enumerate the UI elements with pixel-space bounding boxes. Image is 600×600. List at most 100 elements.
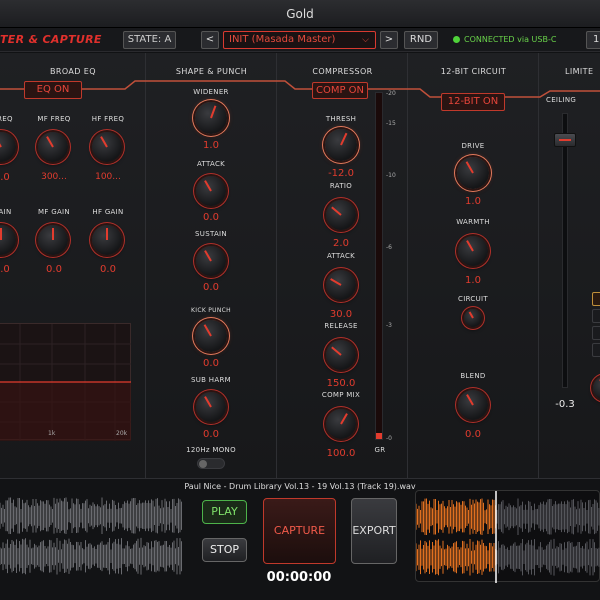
sustain-knob[interactable] [196,246,226,276]
kick-punch-label: KICK PUNCH [191,307,231,314]
broad-eq-title: BROAD EQ [50,67,96,76]
thresh-value: -12.0 [328,168,354,179]
mf-freq-value: 300... [41,172,67,182]
mf-freq-knob[interactable] [38,132,68,162]
sp-attack-value: 0.0 [203,212,219,223]
bit-on-toggle[interactable]: 12-BIT ON [441,93,505,111]
comp-attack-knob[interactable] [326,270,356,300]
next-preset-button[interactable]: > [380,31,398,49]
warmth-label: WARMTH [456,218,490,226]
bit-circuit-title: 12-BIT CIRCUIT [440,67,507,76]
meter-tick: -15 [386,120,396,127]
brand-logo: TER & CAPTURE [0,33,102,46]
blend-label: BLEND [460,372,486,380]
random-button[interactable]: RND [404,31,438,49]
hf-freq-knob[interactable] [92,132,122,162]
widener-label: WIDENER [193,88,229,96]
blend-value: 0.0 [465,429,481,440]
output-waveform-svg [415,491,600,583]
hf-gain-knob[interactable] [92,225,122,255]
limiter-option-1[interactable] [592,292,600,306]
hf-gain-value: 0.0 [100,264,116,275]
meter-tick: -3 [386,322,392,329]
drive-value: 1.0 [465,196,481,207]
graph-label-20k: 20k [116,430,128,437]
sub-harm-knob[interactable] [196,392,226,422]
time-display: 00:00:00 [266,570,332,585]
mf-gain-value: 0.0 [46,264,62,275]
circuit-selector[interactable] [464,309,482,327]
sustain-value: 0.0 [203,282,219,293]
comp-attack-value: 30.0 [329,309,353,320]
mf-freq-label: MF FREQ [37,115,71,123]
warmth-knob[interactable] [458,236,488,266]
ratio-knob[interactable] [326,200,356,230]
thresh-knob[interactable] [325,129,357,161]
widener-knob[interactable] [195,102,227,134]
prev-preset-button[interactable]: < [201,31,219,49]
release-value: 150.0 [326,378,356,389]
ratio-label: RATIO [329,182,353,190]
sp-attack-label: ATTACK [196,160,226,168]
ceiling-value: -0.3 [555,399,575,410]
release-knob[interactable] [326,340,356,370]
preset-dropdown[interactable]: INIT (Masada Master) ⌵ [223,31,376,49]
thresh-label: THRESH [325,115,357,123]
chevron-down-icon: ⌵ [362,35,369,45]
preset-name: INIT (Masada Master) [229,34,336,45]
eq-on-toggle[interactable]: EQ ON [24,81,82,99]
state-button[interactable]: STATE: A [123,31,176,49]
release-label: RELEASE [324,322,358,330]
comp-mix-knob[interactable] [326,409,356,439]
blend-knob[interactable] [458,390,488,420]
ceiling-label: CEILING [546,96,577,104]
comp-mix-label: COMP MIX [321,391,361,399]
comp-attack-label: ATTACK [326,252,356,260]
mono-label: 120Hz MONO [186,446,236,454]
play-button[interactable]: PLAY [202,500,247,524]
limiter-option-3[interactable] [592,326,600,340]
lf-gain-value: .0 [0,264,10,275]
output-waveform[interactable] [415,490,600,583]
kick-punch-knob[interactable] [195,320,227,352]
graph-label-1k: 1k [48,430,56,437]
export-button[interactable]: EXPORT [351,498,397,564]
capture-button[interactable]: CAPTURE [263,498,336,564]
limiter-option-2[interactable] [592,309,600,323]
input-waveform-svg [0,497,182,575]
sub-harm-label: SUB HARM [191,376,231,384]
mf-gain-knob[interactable] [38,225,68,255]
edge-button[interactable]: 10 [586,31,600,49]
mono-toggle-thumb [199,460,207,468]
mono-toggle[interactable] [197,458,225,469]
hf-gain-label: HF GAIN [92,208,124,216]
connection-status: CONNECTED via USB-C [453,35,556,44]
widener-value: 1.0 [203,140,219,151]
eq-curve-graph[interactable]: 1k 20k [0,323,131,441]
ceiling-slider-track[interactable] [562,113,568,388]
ceiling-slider-thumb[interactable] [554,133,576,147]
limiter-option-4[interactable] [592,343,600,357]
hf-freq-label: HF FREQ [91,115,125,123]
eq-curve-svg [0,324,131,441]
circuit-label: CIRCUIT [458,295,488,303]
input-waveform[interactable] [0,490,183,582]
meter-tick: -6 [386,244,392,251]
stop-button[interactable]: STOP [202,538,247,562]
ratio-value: 2.0 [333,238,349,249]
meter-tick: -20 [386,90,396,97]
warmth-value: 1.0 [465,275,481,286]
gr-meter [375,92,383,440]
drive-knob[interactable] [457,157,489,189]
meter-tick: -0 [386,435,392,442]
mf-gain-label: MF GAIN [38,208,70,216]
signal-flow-line [0,80,600,98]
connection-text: CONNECTED via USB-C [464,35,557,44]
sustain-label: SUSTAIN [195,230,227,238]
hf-freq-value: 100... [95,172,121,182]
window-title: Gold [286,6,314,21]
sp-attack-knob[interactable] [196,176,226,206]
sub-harm-value: 0.0 [203,429,219,440]
comp-on-toggle[interactable]: COMP ON [312,82,368,99]
comp-mix-value: 100.0 [326,448,356,459]
